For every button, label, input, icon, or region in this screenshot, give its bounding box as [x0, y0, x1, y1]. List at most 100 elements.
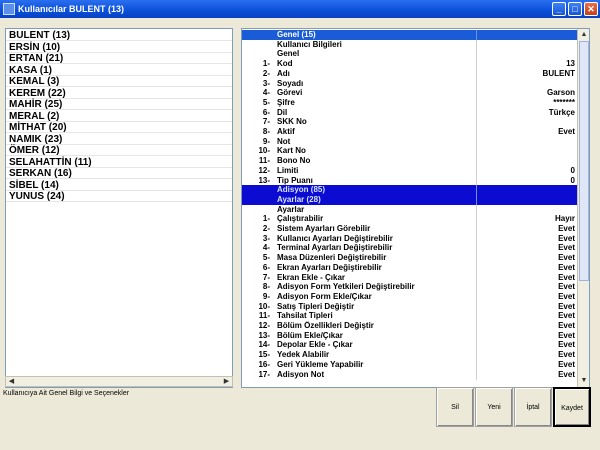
property-label: Bono No: [277, 156, 311, 166]
property-label: Adisyon (85): [277, 185, 326, 195]
property-row[interactable]: 12- Bölüm Özellikleri Değiştir Evet: [242, 321, 578, 331]
minimize-icon[interactable]: _: [552, 2, 566, 16]
property-row[interactable]: 4- Görevi Garson: [242, 88, 578, 99]
property-number: 1-: [262, 214, 270, 224]
property-row[interactable]: 9- Not: [242, 136, 578, 147]
property-number: 3-: [262, 233, 270, 243]
user-list-item[interactable]: SERKAN (16): [6, 168, 232, 179]
property-label: Terminal Ayarları Değiştirebilir: [277, 243, 393, 253]
property-row[interactable]: 17- Adisyon Not Evet: [242, 369, 578, 380]
property-number: 6-: [262, 107, 270, 117]
app-icon: [3, 3, 15, 15]
user-list[interactable]: BULENT (13) ERSİN (10) ERTAN (21) KASA (1) K…: [5, 28, 233, 388]
vertical-scrollbar[interactable]: ▲ ▼: [577, 29, 589, 387]
property-row[interactable]: 13- Bölüm Ekle/Çıkar Evet: [242, 330, 578, 341]
property-row[interactable]: Ayarlar (28): [242, 194, 578, 205]
property-label: Adisyon Form Ekle/Çıkar: [277, 291, 372, 301]
user-list-item[interactable]: MERAL (2): [6, 111, 232, 122]
new-button[interactable]: Yeni: [475, 387, 513, 427]
property-label: Depolar Ekle - Çıkar: [277, 340, 353, 350]
property-value: Evet: [476, 311, 575, 322]
property-row[interactable]: 10- Kart No: [242, 146, 578, 157]
property-row[interactable]: 11- Tahsilat Tipleri Evet: [242, 311, 578, 322]
scroll-right-icon[interactable]: ▶: [222, 377, 231, 386]
user-list-item[interactable]: KEREM (22): [6, 88, 232, 99]
property-row[interactable]: 1- Kod 13: [242, 59, 578, 70]
delete-button[interactable]: Sil: [436, 387, 474, 427]
property-row[interactable]: 8- Adisyon Form Yetkileri Değiştirebilir E…: [242, 282, 578, 293]
property-row[interactable]: 7- Ekran Ekle - Çıkar Evet: [242, 272, 578, 283]
scroll-down-icon[interactable]: ▼: [579, 376, 589, 386]
property-row[interactable]: 9- Adisyon Form Ekle/Çıkar Evet: [242, 291, 578, 302]
property-row[interactable]: 5- Şifre *******: [242, 97, 578, 108]
property-row[interactable]: 7- SKK No: [242, 117, 578, 128]
maximize-icon[interactable]: □: [568, 2, 582, 16]
property-row[interactable]: 3- Soyadı: [242, 78, 578, 89]
user-list-item[interactable]: ERTAN (21): [6, 53, 232, 64]
property-label: Kullanıcı Ayarları Değiştirebilir: [277, 233, 393, 243]
property-row[interactable]: 3- Kullanıcı Ayarları Değiştirebilir Evet: [242, 233, 578, 244]
property-row[interactable]: Kullanıcı Bilgileri: [242, 39, 578, 50]
property-row[interactable]: 12- Limiti 0: [242, 165, 578, 176]
property-number: 16-: [258, 359, 270, 369]
property-number: 8-: [262, 127, 270, 136]
property-number: 12-: [258, 165, 270, 175]
user-list-item[interactable]: ERSİN (10): [6, 42, 232, 53]
property-number: 5-: [262, 97, 270, 107]
property-label: Ayarlar (28): [277, 194, 321, 204]
property-row[interactable]: Ayarlar: [242, 204, 578, 215]
property-row[interactable]: 2- Sistem Ayarları Görebilir Evet: [242, 224, 578, 234]
save-button[interactable]: Kaydet: [553, 387, 591, 427]
property-number: 11-: [258, 311, 270, 321]
scroll-up-icon[interactable]: ▲: [579, 30, 589, 40]
property-row[interactable]: 8- Aktif Evet: [242, 127, 578, 137]
property-row[interactable]: 14- Depolar Ekle - Çıkar Evet: [242, 340, 578, 351]
property-row[interactable]: 16- Geri Yükleme Yapabilir Evet: [242, 359, 578, 370]
property-number: 4-: [262, 88, 270, 98]
property-value: Evet: [476, 262, 575, 273]
property-row[interactable]: Genel (15): [242, 30, 578, 40]
property-row[interactable]: 1- Çalıştırabilir Hayır: [242, 214, 578, 225]
property-row[interactable]: 2- Adı BULENT: [242, 68, 578, 79]
user-list-item[interactable]: KASA (1): [6, 65, 232, 76]
property-value: Evet: [476, 340, 575, 351]
user-list-item[interactable]: MAHİR (25): [6, 99, 232, 110]
scroll-thumb[interactable]: [579, 41, 589, 281]
user-list-item[interactable]: MİTHAT (20): [6, 122, 232, 133]
property-value: 0: [476, 175, 575, 186]
property-row[interactable]: Genel: [242, 49, 578, 60]
property-grid[interactable]: Genel (15) Kullanıcı Bilgileri Genel 1- Kod 1…: [241, 28, 590, 388]
cancel-button[interactable]: İptal: [514, 387, 552, 427]
property-row[interactable]: Adisyon (85): [242, 185, 578, 196]
property-value: 0: [476, 165, 575, 176]
property-value: Evet: [476, 359, 575, 370]
property-row[interactable]: 5- Masa Düzenleri Değiştirebilir Evet: [242, 253, 578, 264]
close-icon[interactable]: ✕: [584, 2, 598, 16]
property-row[interactable]: 13- Tip Puanı 0: [242, 175, 578, 186]
property-value: Türkçe: [476, 107, 575, 118]
property-label: Masa Düzenleri Değiştirebilir: [277, 253, 387, 263]
property-label: Tip Puanı: [277, 175, 313, 185]
user-list-item[interactable]: SİBEL (14): [6, 180, 232, 191]
property-row[interactable]: 4- Terminal Ayarları Değiştirebilir Evet: [242, 243, 578, 254]
property-row[interactable]: 10- Satış Tipleri Değiştir Evet: [242, 301, 578, 312]
user-list-item[interactable]: YUNUS (24): [6, 191, 232, 202]
property-number: 6-: [262, 262, 270, 272]
property-value: [476, 49, 575, 60]
user-list-item[interactable]: NAMIK (23): [6, 134, 232, 145]
horizontal-scrollbar[interactable]: ◀ ▶: [5, 376, 233, 387]
user-list-item[interactable]: BULENT (13): [6, 30, 232, 41]
property-value: Evet: [476, 253, 575, 264]
property-label: Adisyon Form Yetkileri Değiştirebilir: [277, 282, 415, 292]
property-row[interactable]: 11- Bono No: [242, 156, 578, 167]
property-value: Evet: [476, 291, 575, 302]
user-list-item[interactable]: KEMAL (3): [6, 76, 232, 87]
user-list-item[interactable]: ÖMER (12): [6, 145, 232, 156]
property-label: Geri Yükleme Yapabilir: [277, 359, 364, 369]
property-row[interactable]: 6- Ekran Ayarları Değiştirebilir Evet: [242, 262, 578, 273]
property-row[interactable]: 6- Dil Türkçe: [242, 107, 578, 118]
scroll-left-icon[interactable]: ◀: [7, 377, 16, 386]
user-list-item[interactable]: SELAHATTİN (11): [6, 157, 232, 168]
property-row[interactable]: 15- Yedek Alabilir Evet: [242, 350, 578, 361]
property-value: [476, 146, 575, 157]
